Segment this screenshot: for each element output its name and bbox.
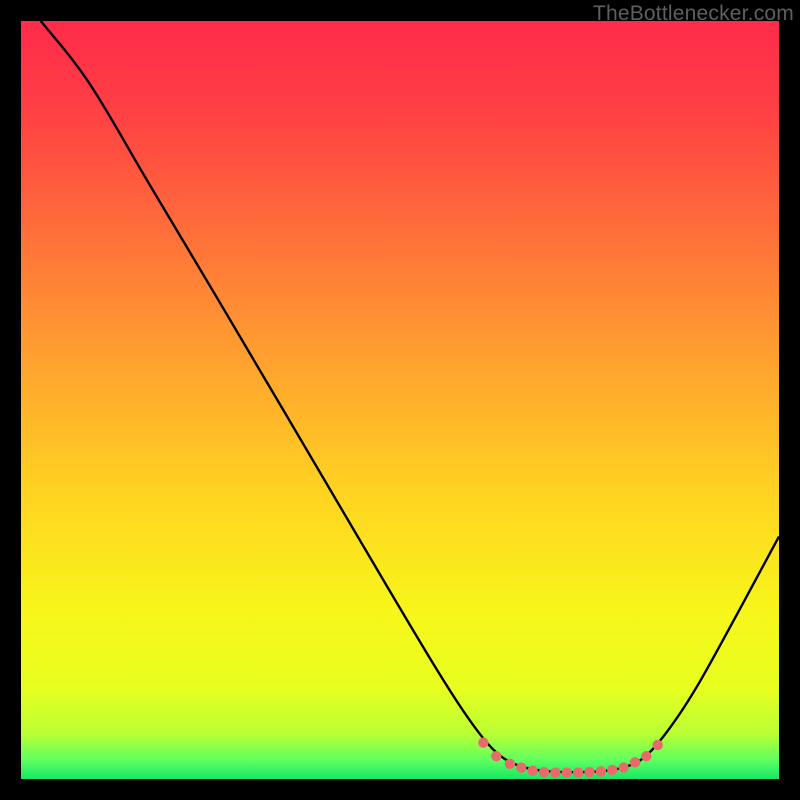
highlight-dot xyxy=(630,757,640,767)
highlight-dot xyxy=(539,767,549,777)
highlight-dot xyxy=(491,751,501,761)
highlight-dot xyxy=(607,765,617,775)
highlight-dot xyxy=(478,737,488,747)
highlight-dot xyxy=(653,740,663,750)
highlight-dot xyxy=(641,751,651,761)
highlight-dot xyxy=(618,762,628,772)
chart-frame xyxy=(21,21,779,779)
chart-curve xyxy=(21,21,779,779)
highlight-dot xyxy=(584,767,594,777)
highlight-dot xyxy=(573,767,583,777)
highlight-dot xyxy=(505,759,515,769)
watermark-text: TheBottlenecker.com xyxy=(593,2,794,26)
highlight-dot xyxy=(516,762,526,772)
highlight-dot xyxy=(562,767,572,777)
highlight-dot xyxy=(527,765,537,775)
highlight-dot xyxy=(550,767,560,777)
highlight-dot xyxy=(596,766,606,776)
